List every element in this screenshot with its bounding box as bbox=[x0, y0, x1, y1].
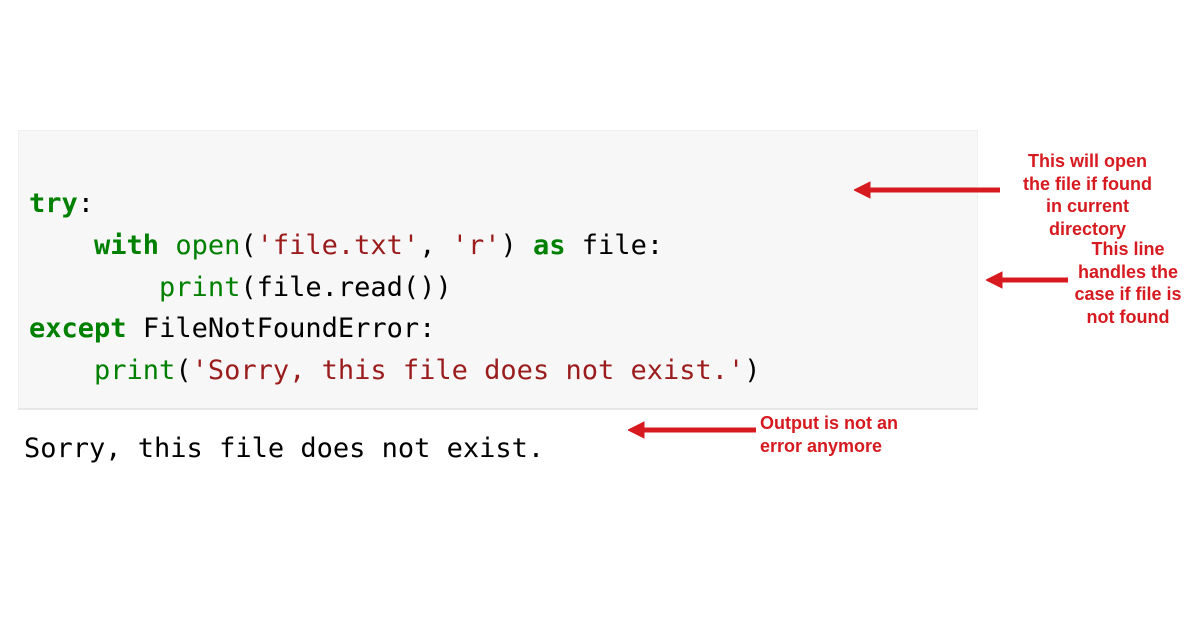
arrow-icon bbox=[628, 420, 756, 440]
keyword-try: try bbox=[29, 188, 78, 219]
method-read: read bbox=[338, 272, 403, 303]
code-line-2: with open('file.txt', 'r') as file: bbox=[29, 230, 663, 261]
exception-name: FileNotFoundError bbox=[143, 313, 419, 344]
string-message: 'Sorry, this file does not exist.' bbox=[192, 355, 745, 386]
string-mode: 'r' bbox=[452, 230, 501, 261]
function-open: open bbox=[175, 230, 240, 261]
code-line-5: print('Sorry, this file does not exist.'… bbox=[29, 355, 761, 386]
identifier-file: file bbox=[582, 230, 647, 261]
keyword-with: with bbox=[94, 230, 159, 261]
keyword-except: except bbox=[29, 313, 127, 344]
string-filename: 'file.txt' bbox=[257, 230, 420, 261]
code-line-4: except FileNotFoundError: bbox=[29, 313, 435, 344]
code-line-3: print(file.read()) bbox=[29, 272, 452, 303]
arrow-icon bbox=[986, 270, 1068, 290]
arrow-icon bbox=[854, 180, 1000, 200]
code-line-1: try: bbox=[29, 188, 94, 219]
annotation-open-file: This will openthe file if foundin curren… bbox=[1000, 150, 1175, 240]
function-print: print bbox=[159, 272, 240, 303]
keyword-as: as bbox=[533, 230, 566, 261]
code-block: try: with open('file.txt', 'r') as file:… bbox=[18, 130, 978, 410]
annotation-except: This linehandles thecase if file isnot f… bbox=[1068, 238, 1188, 328]
function-print: print bbox=[94, 355, 175, 386]
annotation-output: Output is not anerror anymore bbox=[760, 412, 930, 457]
